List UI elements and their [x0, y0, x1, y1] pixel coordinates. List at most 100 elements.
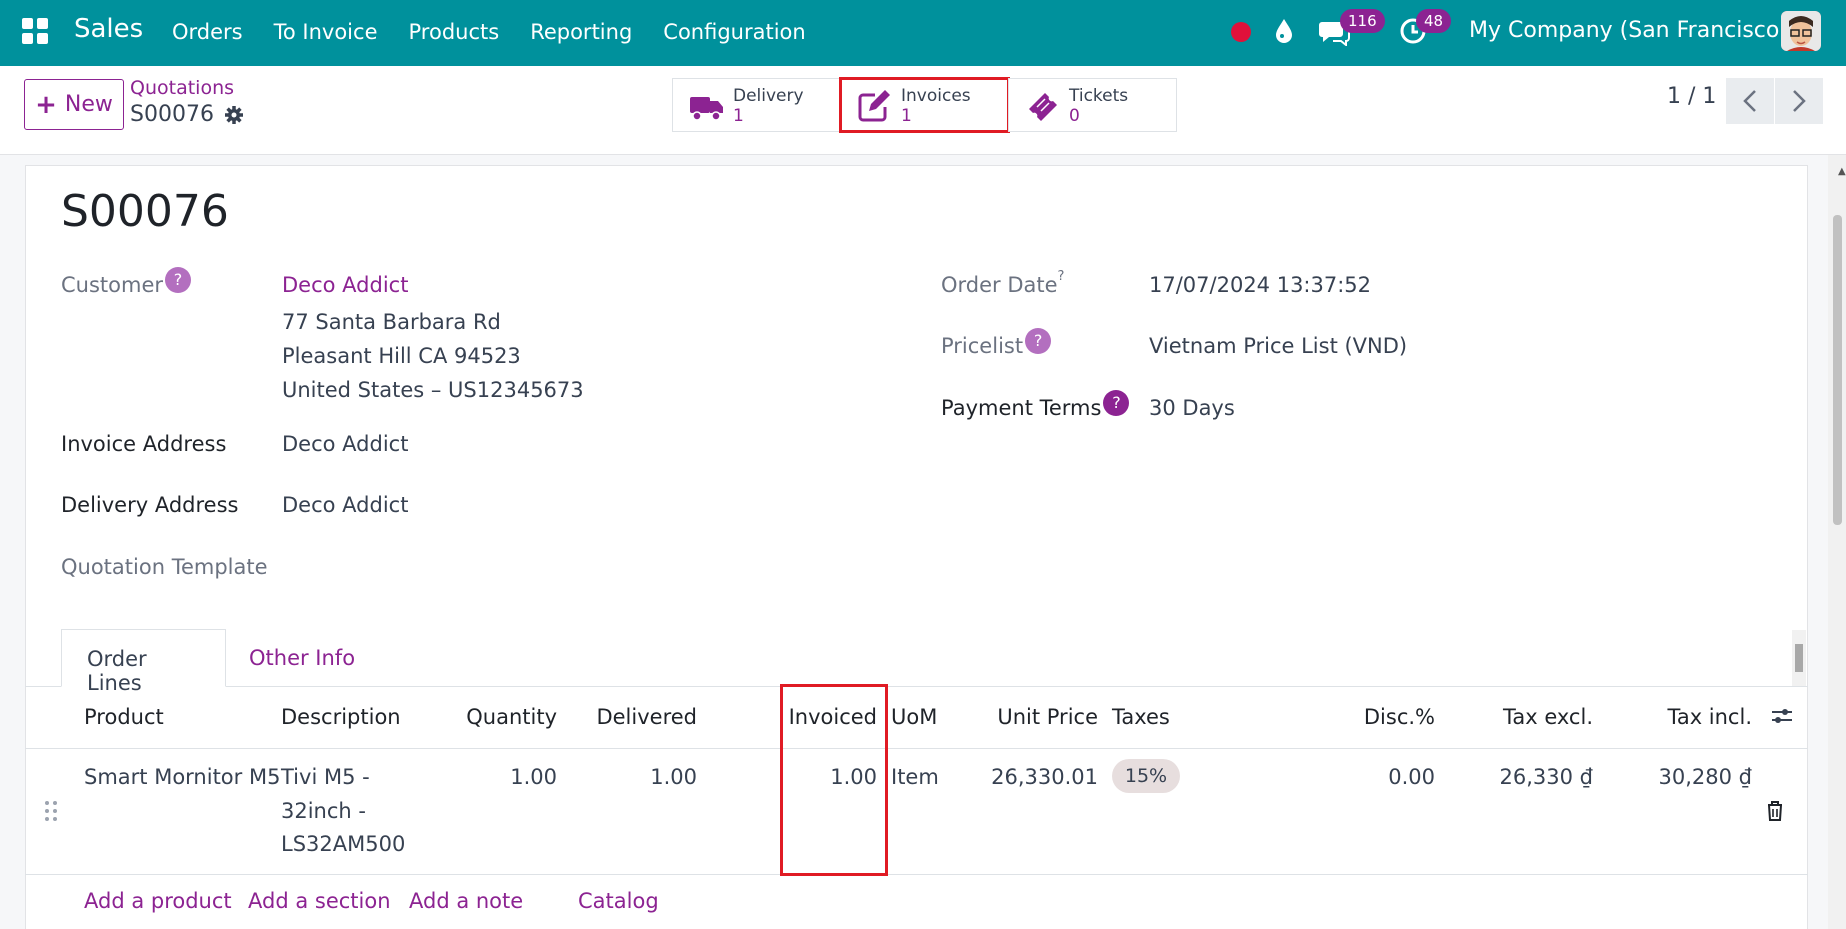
- col-header-tax-excl[interactable]: Tax excl.: [1470, 705, 1593, 729]
- chevron-left-icon: [1743, 90, 1756, 112]
- invoices-count: 1: [901, 106, 912, 126]
- company-switcher[interactable]: My Company (San Francisco): [1469, 18, 1788, 43]
- page-scrollbar[interactable]: [1828, 155, 1846, 929]
- quotation-template-label: Quotation Template: [61, 555, 268, 579]
- pricelist-field[interactable]: Vietnam Price List (VND): [1149, 334, 1407, 358]
- pager-value[interactable]: 1 / 1: [1667, 84, 1716, 109]
- add-product-link[interactable]: Add a product: [84, 889, 232, 913]
- invoices-label: Invoices: [901, 86, 971, 106]
- cell-tax-excl: 26,330 ₫: [1499, 765, 1593, 789]
- user-avatar[interactable]: [1781, 11, 1821, 51]
- app-brand[interactable]: Sales: [74, 14, 143, 44]
- menu-products[interactable]: Products: [409, 20, 500, 44]
- customer-help-icon[interactable]: ?: [165, 267, 192, 293]
- col-header-tax-incl[interactable]: Tax incl.: [1620, 705, 1752, 729]
- record-name: S00076: [130, 102, 214, 127]
- col-header-uom[interactable]: UoM: [891, 705, 937, 729]
- delivery-address-field[interactable]: Deco Addict: [282, 493, 408, 517]
- invoices-smart-button[interactable]: Invoices 1: [839, 77, 1010, 133]
- delivery-smart-button[interactable]: Delivery 1: [672, 78, 841, 132]
- tax-tag[interactable]: 15%: [1112, 759, 1180, 793]
- pricelist-label-text: Pricelist: [941, 334, 1024, 358]
- apps-menu-icon[interactable]: [22, 18, 48, 44]
- cell-description-line[interactable]: LS32AM500: [281, 827, 405, 861]
- col-header-description[interactable]: Description: [281, 705, 401, 729]
- pencil-square-icon: [858, 90, 890, 122]
- tab-other-info[interactable]: Other Info: [224, 629, 380, 687]
- cell-description-line[interactable]: 32inch -: [281, 794, 366, 828]
- column-settings-icon[interactable]: [1770, 704, 1794, 728]
- order-date-label-text: Order Date: [941, 273, 1058, 297]
- chevron-right-icon: [1793, 90, 1806, 112]
- catalog-link[interactable]: Catalog: [578, 889, 659, 913]
- col-header-quantity[interactable]: Quantity: [440, 705, 557, 729]
- cell-discount[interactable]: 0.00: [1300, 760, 1435, 794]
- order-date-help-icon[interactable]: ?: [1058, 269, 1065, 284]
- control-panel: + New Quotations S00076 Delivery 1 Invoi…: [0, 66, 1846, 155]
- drag-handle-icon[interactable]: [44, 800, 58, 822]
- scroll-up-arrow-icon[interactable]: ▲: [1838, 166, 1846, 177]
- payment-terms-field[interactable]: 30 Days: [1149, 396, 1235, 420]
- cell-product[interactable]: Smart Mornitor M5: [84, 760, 280, 794]
- invoice-address-label: Invoice Address: [61, 432, 227, 456]
- water-drop-icon[interactable]: [1274, 18, 1294, 44]
- col-header-taxes[interactable]: Taxes: [1112, 705, 1170, 729]
- add-note-link[interactable]: Add a note: [409, 889, 523, 913]
- menu-configuration[interactable]: Configuration: [663, 20, 805, 44]
- breadcrumb-quotations[interactable]: Quotations: [130, 77, 234, 99]
- top-navbar: Sales Orders To Invoice Products Reporti…: [0, 0, 1846, 66]
- invoice-address-field[interactable]: Deco Addict: [282, 432, 408, 456]
- order-date-field[interactable]: 17/07/2024 13:37:52: [1149, 273, 1371, 297]
- payment-terms-label: Payment Terms?: [941, 390, 1130, 422]
- recording-dot-icon[interactable]: [1231, 22, 1251, 42]
- order-date-label: Order Date?: [941, 269, 1064, 297]
- new-button[interactable]: + New: [24, 79, 124, 130]
- plus-icon: +: [35, 89, 57, 120]
- breadcrumb-current: S00076: [130, 102, 244, 127]
- smart-buttons: Delivery 1 Invoices 1 Tickets 0: [672, 77, 1177, 133]
- cell-delivered[interactable]: 1.00: [580, 760, 697, 794]
- cell-unit-price[interactable]: 26,330.01: [960, 760, 1098, 794]
- menu-orders[interactable]: Orders: [172, 20, 243, 44]
- col-header-unit-price[interactable]: Unit Price: [960, 705, 1098, 729]
- delivery-label: Delivery: [733, 86, 804, 106]
- pager-next-button[interactable]: [1775, 78, 1823, 124]
- payment-terms-label-text: Payment Terms: [941, 396, 1102, 420]
- col-header-discount[interactable]: Disc.%: [1300, 705, 1435, 729]
- trash-icon[interactable]: [1766, 800, 1784, 822]
- activity-count-badge: 48: [1416, 9, 1452, 33]
- pager-previous-button[interactable]: [1726, 78, 1774, 124]
- invoiced-column-highlight: [780, 684, 888, 876]
- tickets-smart-button[interactable]: Tickets 0: [1008, 78, 1177, 132]
- col-header-product[interactable]: Product: [84, 705, 164, 729]
- cell-description-line[interactable]: Tivi M5 -: [281, 760, 370, 794]
- tab-order-lines[interactable]: Order Lines: [61, 629, 226, 695]
- truck-icon: [690, 97, 723, 121]
- pricelist-label: Pricelist?: [941, 328, 1052, 360]
- page-title: S00076: [61, 186, 229, 237]
- inner-scrollbar[interactable]: [1792, 630, 1806, 686]
- tickets-label: Tickets: [1069, 86, 1129, 106]
- cell-uom[interactable]: Item: [891, 760, 939, 794]
- customer-label-text: Customer: [61, 273, 164, 297]
- menu-to-invoice[interactable]: To Invoice: [274, 20, 378, 44]
- main-menu: Orders To Invoice Products Reporting Con…: [172, 20, 806, 44]
- menu-reporting[interactable]: Reporting: [530, 20, 632, 44]
- ticket-icon: [1029, 93, 1057, 121]
- delivery-address-label: Delivery Address: [61, 493, 239, 517]
- col-header-delivered[interactable]: Delivered: [580, 705, 697, 729]
- payment-terms-help-icon[interactable]: ?: [1103, 390, 1130, 416]
- customer-address-line: Pleasant Hill CA 94523: [282, 344, 521, 368]
- customer-address-line: 77 Santa Barbara Rd: [282, 310, 501, 334]
- cell-tax-incl: 30,280 ₫: [1658, 765, 1752, 789]
- cell-quantity[interactable]: 1.00: [440, 760, 557, 794]
- pricelist-help-icon[interactable]: ?: [1025, 328, 1052, 354]
- add-section-link[interactable]: Add a section: [248, 889, 391, 913]
- row-divider: [25, 874, 1808, 875]
- new-button-label: New: [64, 92, 113, 117]
- tickets-count: 0: [1069, 106, 1080, 126]
- customer-field[interactable]: Deco Addict: [282, 273, 408, 297]
- customer-address-line: United States – US12345673: [282, 378, 584, 402]
- gear-icon[interactable]: [224, 105, 244, 125]
- header-divider: [25, 748, 1808, 749]
